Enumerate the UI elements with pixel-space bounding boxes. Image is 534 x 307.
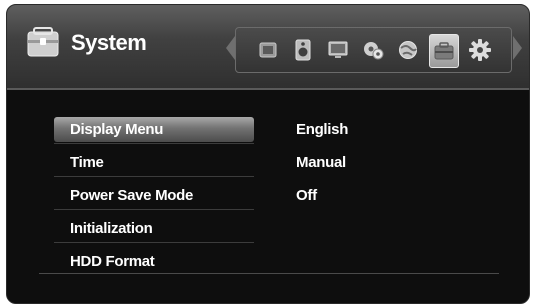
row-divider xyxy=(54,209,254,210)
network-gear-icon xyxy=(364,42,384,60)
globe-icon xyxy=(399,41,417,59)
photo-icon xyxy=(259,42,277,58)
menu-item-initialization[interactable]: Initialization xyxy=(54,216,254,241)
arrow-left-icon[interactable] xyxy=(226,36,235,60)
header-divider xyxy=(7,88,529,90)
tab-photo[interactable] xyxy=(254,34,282,66)
menu-item-label: HDD Format xyxy=(70,253,155,270)
monitor-icon xyxy=(328,41,348,58)
settings-panel: System Display Menu English Time Manual … xyxy=(6,4,530,304)
tab-display[interactable] xyxy=(324,34,352,66)
value-power-save-mode: Off xyxy=(296,187,317,204)
arrow-right-icon[interactable] xyxy=(513,36,522,60)
category-icon-bar xyxy=(235,27,512,73)
menu-item-power-save-mode[interactable]: Power Save Mode xyxy=(54,183,254,208)
tab-audio[interactable] xyxy=(289,34,317,66)
tab-settings[interactable] xyxy=(466,34,494,66)
page-title: System xyxy=(71,30,147,55)
toolbox-icon xyxy=(434,42,454,60)
menu-item-label: Time xyxy=(70,154,104,171)
tab-system[interactable] xyxy=(429,34,459,68)
header-bar: System xyxy=(7,5,529,88)
footer-divider xyxy=(39,273,499,274)
menu-item-label: Display Menu xyxy=(70,121,164,138)
row-divider xyxy=(54,242,254,243)
menu-item-display-menu[interactable]: Display Menu xyxy=(54,117,254,142)
menu-item-label: Initialization xyxy=(70,220,153,237)
speaker-icon xyxy=(295,39,311,61)
tab-network[interactable] xyxy=(359,34,387,66)
menu-item-hdd-format[interactable]: HDD Format xyxy=(54,249,254,274)
row-divider xyxy=(54,143,254,144)
gear-icon xyxy=(469,39,491,61)
toolbox-icon xyxy=(27,27,59,57)
menu-item-label: Power Save Mode xyxy=(70,187,194,204)
row-divider xyxy=(54,176,254,177)
tab-language[interactable] xyxy=(394,34,422,66)
value-display-menu: English xyxy=(296,121,349,138)
value-time: Manual xyxy=(296,154,346,171)
menu-item-time[interactable]: Time xyxy=(54,150,254,175)
